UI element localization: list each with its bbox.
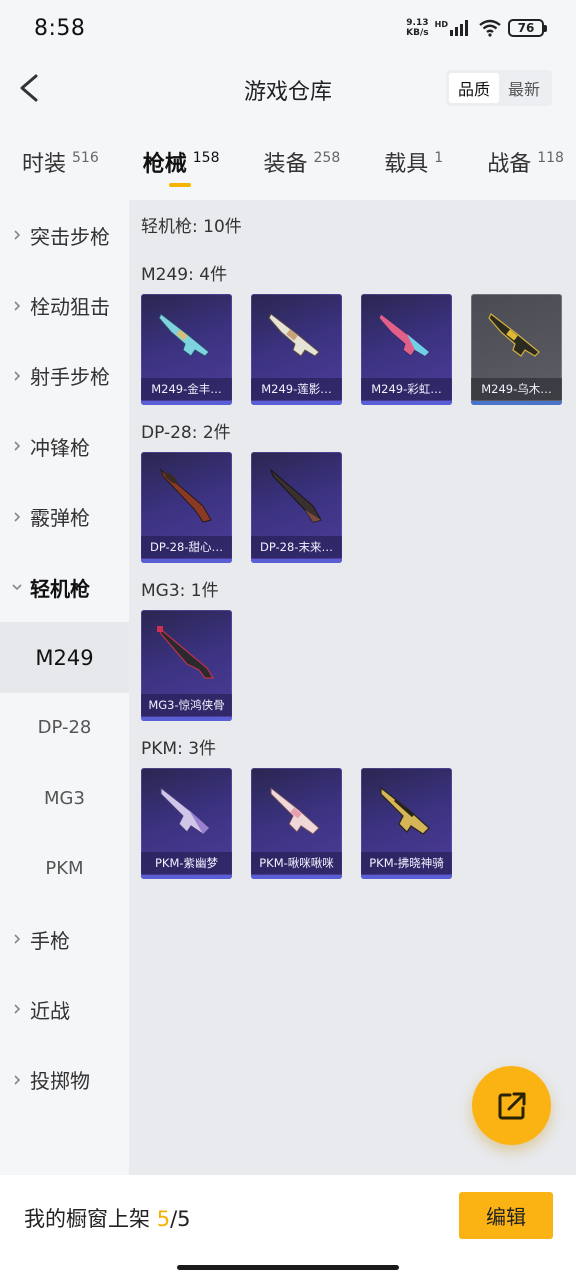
group-items-mg3: MG3-惊鸿侠骨 bbox=[141, 610, 232, 721]
home-indicator[interactable] bbox=[177, 1265, 399, 1270]
showcase-bar: 我的橱窗上架 5/5 编辑 bbox=[0, 1175, 576, 1280]
weapon-card[interactable]: DP-28-末来… bbox=[251, 452, 342, 563]
status-bar: 8:58 9.13 KB/s HD 76 bbox=[0, 0, 576, 58]
lmg-skin-icon bbox=[269, 468, 322, 523]
status-indicators: 9.13 KB/s HD 76 bbox=[406, 18, 547, 38]
signal-icon bbox=[450, 20, 468, 36]
group-items-dp28: DP-28-甜心… DP-28-末来… bbox=[141, 452, 342, 563]
weapon-card[interactable]: M249-乌木… bbox=[471, 294, 562, 405]
chevron-right-icon bbox=[14, 371, 21, 381]
chevron-right-icon bbox=[14, 934, 21, 944]
group-title-dp28: DP-28: 2件 bbox=[141, 423, 231, 443]
tab-firearms[interactable]: 枪械 158 bbox=[143, 138, 220, 194]
sidebar-item-melee[interactable]: 近战 bbox=[0, 974, 129, 1044]
chevron-right-icon bbox=[14, 301, 21, 311]
sidebar-item-bolt-sniper[interactable]: 栓动狙击 bbox=[0, 270, 129, 340]
category-summary: 轻机枪: 10件 bbox=[141, 217, 242, 237]
lmg-skin-icon bbox=[160, 786, 210, 835]
weapon-list: 轻机枪: 10件 M249: 4件 M249-金丰… M249-莲影… M249… bbox=[129, 200, 576, 1175]
lmg-skin-icon bbox=[378, 313, 430, 357]
tab-vehicles[interactable]: 载具 1 bbox=[384, 138, 443, 194]
tab-outfits[interactable]: 时装 516 bbox=[22, 138, 99, 194]
chevron-right-icon bbox=[14, 512, 21, 522]
chevron-right-icon bbox=[14, 441, 21, 451]
sort-option-quality[interactable]: 品质 bbox=[449, 73, 499, 103]
lmg-skin-icon bbox=[157, 626, 215, 679]
lmg-skin-icon bbox=[158, 313, 210, 357]
chevron-right-icon bbox=[14, 1075, 21, 1085]
weapon-card[interactable]: DP-28-甜心… bbox=[141, 452, 232, 563]
sidebar-subitem-mg3[interactable]: MG3 bbox=[0, 763, 129, 833]
showcase-status: 我的橱窗上架 5/5 bbox=[24, 1207, 191, 1231]
sort-option-newest[interactable]: 最新 bbox=[499, 73, 549, 103]
sidebar-item-lmg[interactable]: 轻机枪 bbox=[0, 552, 129, 622]
chevron-right-icon bbox=[14, 1004, 21, 1015]
sidebar-item-shotgun[interactable]: 霰弹枪 bbox=[0, 482, 129, 552]
weapon-card[interactable]: MG3-惊鸿侠骨 bbox=[141, 610, 232, 721]
status-time: 8:58 bbox=[34, 16, 86, 41]
sidebar-item-pistol[interactable]: 手枪 bbox=[0, 904, 129, 974]
hd-indicator: HD bbox=[434, 19, 448, 29]
tab-equipment[interactable]: 装备 258 bbox=[264, 138, 341, 194]
group-items-pkm: PKM-紫幽梦 PKM-啾咪啾咪 PKM-拂晓神骑 bbox=[141, 768, 452, 879]
battery-icon: 76 bbox=[508, 19, 547, 37]
weapon-card[interactable]: PKM-啾咪啾咪 bbox=[251, 768, 342, 879]
edit-button[interactable]: 编辑 bbox=[459, 1192, 553, 1239]
group-title-m249: M249: 4件 bbox=[141, 265, 228, 285]
app-header: 游戏仓库 品质 最新 bbox=[0, 58, 576, 120]
chevron-down-icon bbox=[12, 584, 22, 591]
weapon-type-sidebar: 突击步枪 栓动狙击 射手步枪 冲锋枪 霰弹枪 轻机枪 M249 DP-28 MG… bbox=[0, 200, 129, 1175]
lmg-skin-icon bbox=[268, 313, 320, 357]
network-speed: 9.13 KB/s bbox=[406, 18, 429, 38]
category-tabs: 时装 516 枪械 158 装备 258 载具 1 战备 118 bbox=[0, 138, 576, 194]
group-title-mg3: MG3: 1件 bbox=[141, 581, 219, 601]
weapon-card[interactable]: M249-莲影… bbox=[251, 294, 342, 405]
sidebar-item-throwables[interactable]: 投掷物 bbox=[0, 1045, 129, 1115]
lmg-skin-icon bbox=[270, 786, 320, 835]
chevron-right-icon bbox=[14, 230, 21, 240]
weapon-card[interactable]: M249-金丰… bbox=[141, 294, 232, 405]
sidebar-subitem-pkm[interactable]: PKM bbox=[0, 834, 129, 904]
weapon-card[interactable]: PKM-拂晓神骑 bbox=[361, 768, 452, 879]
tab-supplies[interactable]: 战备 118 bbox=[487, 138, 564, 194]
group-items-m249: M249-金丰… M249-莲影… M249-彩虹… M249-乌木… bbox=[141, 294, 562, 405]
sort-toggle: 品质 最新 bbox=[446, 70, 552, 106]
weapon-card[interactable]: PKM-紫幽梦 bbox=[141, 768, 232, 879]
sidebar-item-smg[interactable]: 冲锋枪 bbox=[0, 411, 129, 481]
active-tab-indicator bbox=[168, 183, 191, 187]
share-button[interactable] bbox=[472, 1066, 551, 1145]
sidebar-item-assault-rifle[interactable]: 突击步枪 bbox=[0, 200, 129, 270]
lmg-skin-icon bbox=[380, 786, 430, 835]
group-title-pkm: PKM: 3件 bbox=[141, 739, 217, 759]
lmg-skin-icon bbox=[488, 313, 540, 357]
wifi-icon bbox=[479, 19, 501, 37]
sidebar-subitem-m249[interactable]: M249 bbox=[0, 622, 129, 693]
weapon-card[interactable]: M249-彩虹… bbox=[361, 294, 452, 405]
sidebar-subitem-dp28[interactable]: DP-28 bbox=[0, 693, 129, 763]
share-out-icon bbox=[498, 1092, 525, 1119]
sidebar-item-marksman-rifle[interactable]: 射手步枪 bbox=[0, 341, 129, 411]
lmg-skin-icon bbox=[159, 468, 212, 523]
